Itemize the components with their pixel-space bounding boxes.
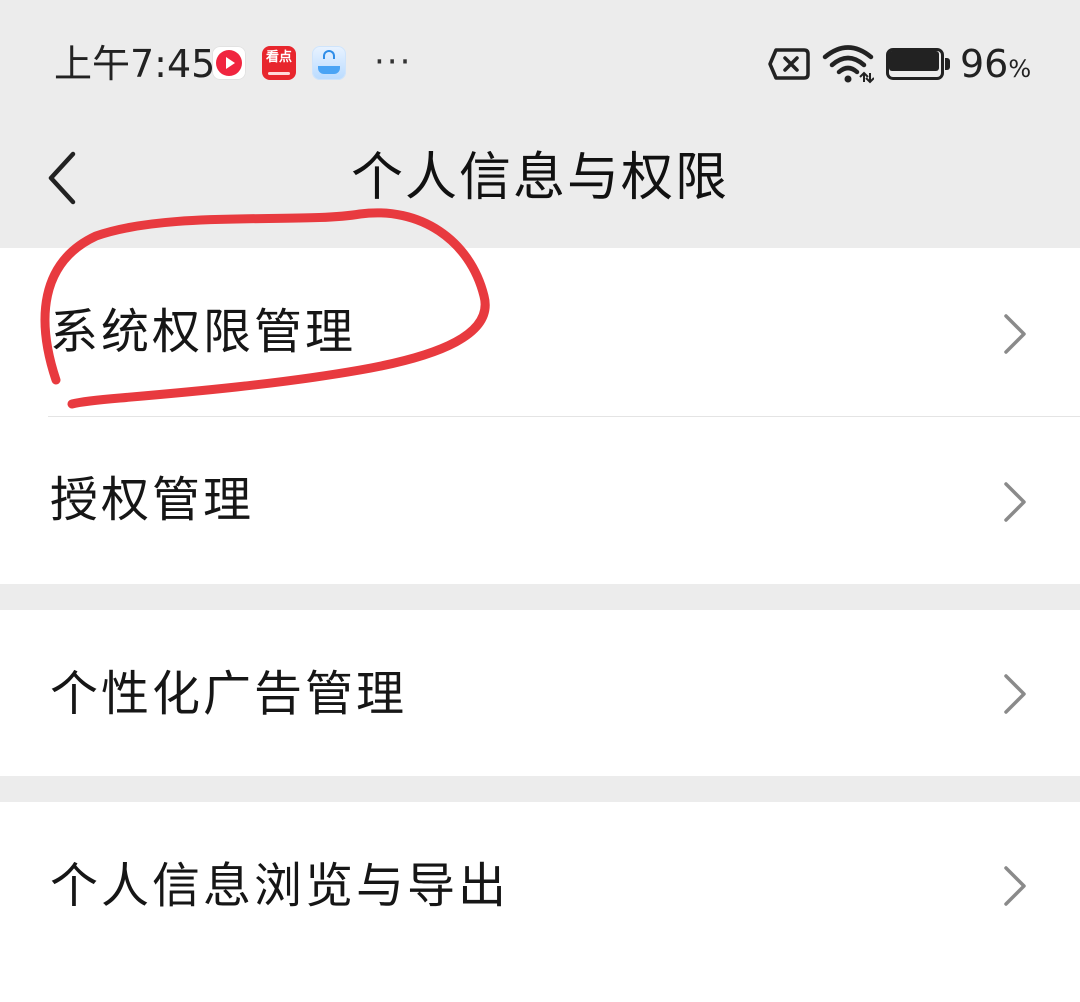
menu-item-label: 授权管理: [50, 472, 255, 528]
battery-level-fill: [889, 51, 939, 71]
menu-item-label: 个性化广告管理: [50, 666, 408, 722]
status-bar: 上午7:45 看点 ··· 96%: [0, 0, 1080, 120]
battery-icon: [886, 48, 952, 80]
chevron-right-icon: [1004, 314, 1026, 354]
page-title: 个人信息与权限: [350, 148, 729, 208]
kandian-app-icon-text: 看点: [265, 50, 292, 65]
menu-item-authorization[interactable]: 授权管理: [0, 416, 1080, 584]
status-time: 上午7:45: [54, 42, 216, 86]
settings-group-data-export: 个人信息浏览与导出: [0, 802, 1080, 1002]
menu-item-label: 系统权限管理: [50, 304, 357, 360]
chevron-right-icon: [1004, 866, 1026, 906]
settings-group-ads: 个性化广告管理: [0, 610, 1080, 776]
menu-item-system-permissions[interactable]: 系统权限管理: [0, 248, 1080, 416]
menu-item-label: 个人信息浏览与导出: [50, 858, 510, 914]
more-notifications-icon: ···: [374, 42, 413, 82]
menu-item-browse-export-info[interactable]: 个人信息浏览与导出: [0, 802, 1080, 970]
video-app-icon: [212, 46, 246, 80]
no-sim-icon: [768, 48, 810, 80]
battery-value: 96: [960, 42, 1009, 86]
battery-percentage: 96%: [960, 38, 1031, 95]
shopping-bag-app-icon: [312, 46, 346, 80]
title-bar: 个人信息与权限: [0, 120, 1080, 248]
wifi-icon: [822, 45, 874, 84]
settings-group-permissions: 系统权限管理 授权管理: [0, 248, 1080, 584]
chevron-right-icon: [1004, 482, 1026, 522]
kandian-app-icon: 看点: [262, 46, 296, 80]
chevron-right-icon: [1004, 674, 1026, 714]
battery-unit: %: [1008, 55, 1032, 83]
menu-item-personalized-ads[interactable]: 个性化广告管理: [0, 610, 1080, 778]
